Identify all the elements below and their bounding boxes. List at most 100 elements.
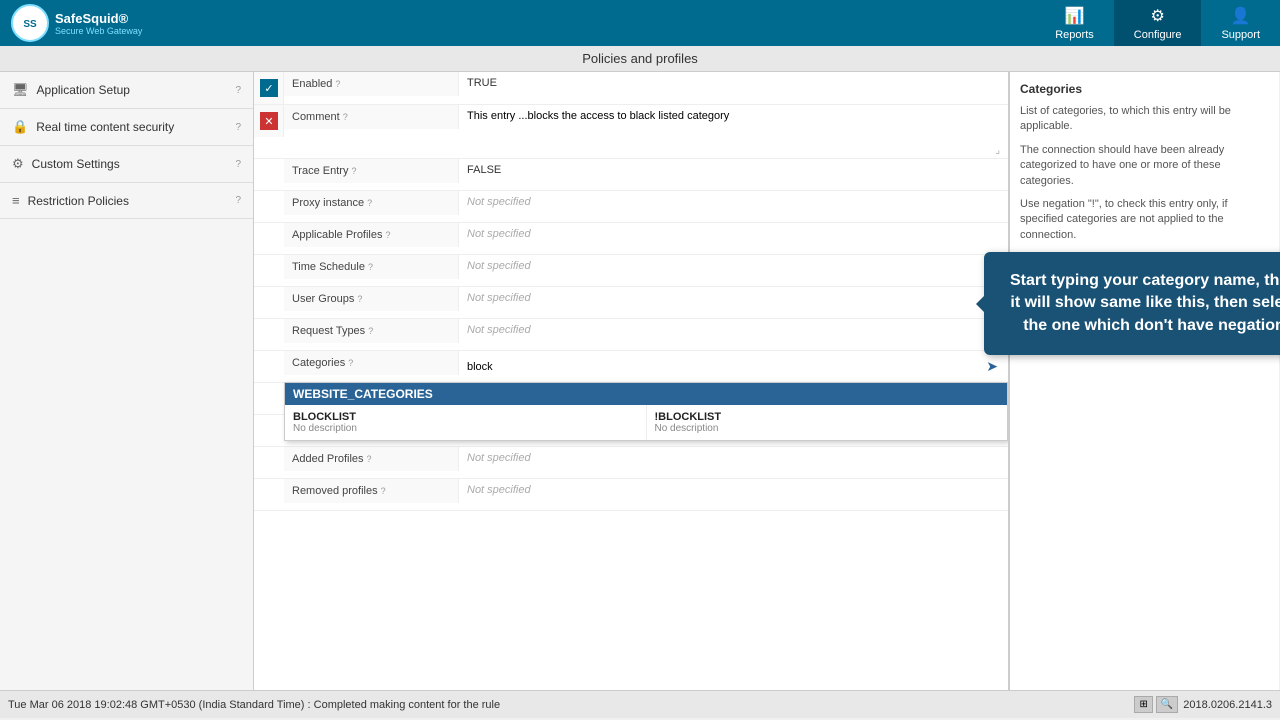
check-icon-box[interactable]: ✓ [254,72,284,104]
user-label: User Groups ? [284,287,459,311]
request-help-icon: ? [368,326,373,336]
option2-title: !BLOCKLIST [655,411,1000,423]
status-bar-text: Tue Mar 06 2018 19:02:48 GMT+0530 (India… [8,699,500,711]
categories-panel: Categories List of categories, to which … [1009,72,1279,690]
user-groups-row: User Groups ? Not specified [254,287,1008,319]
enabled-help-icon: ? [335,79,340,89]
realtime-icon: 🔒 [12,119,28,135]
x-icon-box[interactable]: ✕ [254,105,284,137]
enabled-label: Enabled ? [284,72,459,96]
configure-label: Configure [1134,29,1182,41]
x-icon: ✕ [260,112,278,130]
logo-area: SS SafeSquid® Secure Web Gateway [10,3,142,43]
reports-label: Reports [1055,29,1094,41]
configure-button[interactable]: ⚙ Configure [1114,0,1202,46]
send-icon[interactable]: ➤ [984,356,1000,377]
applicable-profiles-row: Applicable Profiles ? Not specified [254,223,1008,255]
comment-textarea[interactable]: This entry ...blocks the access to black… [467,110,1000,150]
time-label: Time Schedule ? [284,255,459,279]
request-value[interactable]: Not specified [459,319,1008,341]
sidebar-label-application-setup: Application Setup [37,83,130,97]
sidebar-label-realtime: Real time content security [36,120,174,134]
categories-panel-title: Categories [1020,82,1269,96]
dropdown-highlighted-item[interactable]: WEBSITE_CATEGORIES [285,383,1007,405]
check-icon: ✓ [260,79,278,97]
time-help-icon: ? [368,262,373,272]
sidebar-item-application-setup[interactable]: 🖥 Application Setup ? [0,72,253,109]
comment-left: ✕ [254,105,284,137]
brand-sub: Secure Web Gateway [55,26,142,36]
request-not-specified: Not specified [467,324,531,336]
dropdown-option-2[interactable]: !BLOCKLIST No description [647,405,1008,440]
applicable-help-icon: ? [386,230,391,240]
dropdown-options: BLOCKLIST No description !BLOCKLIST No d… [285,405,1007,440]
option2-desc: No description [655,423,1000,434]
categories-value[interactable]: ➤ WEBSITE_CATEGORIES BLOCKLIST No descri… [459,351,1008,382]
support-button[interactable]: 👤 Support [1201,0,1280,46]
custom-settings-icon: ⚙ [12,156,24,172]
configure-icon: ⚙ [1150,6,1164,26]
status-icon-btn-1[interactable]: ⊞ [1134,696,1152,713]
form-panel: ✓ Enabled ? TRUE ✕ Co [254,72,1009,690]
enabled-value: TRUE [459,72,1008,94]
custom-settings-help: ? [235,159,241,170]
proxy-help-icon: ? [367,198,372,208]
applicable-not-specified: Not specified [467,228,531,240]
trace-label: Trace Entry ? [284,159,459,183]
applicable-value[interactable]: Not specified [459,223,1008,245]
comment-value[interactable]: This entry ...blocks the access to black… [459,105,1008,158]
enabled-row: ✓ Enabled ? TRUE [254,72,1008,105]
proxy-label: Proxy instance ? [284,191,459,215]
option1-desc: No description [293,423,638,434]
categories-para-3: Use negation "!", to check this entry on… [1020,197,1269,243]
time-schedule-row: Time Schedule ? Not specified [254,255,1008,287]
version-text: 2018.0206.2141.3 [1183,699,1272,711]
trace-entry-row: Trace Entry ? FALSE [254,159,1008,191]
application-setup-help: ? [235,85,241,96]
categories-dropdown: WEBSITE_CATEGORIES BLOCKLIST No descript… [284,382,1008,441]
dropdown-option-1[interactable]: BLOCKLIST No description [285,405,647,440]
removed-profiles-value[interactable]: Not specified [459,479,1008,501]
removed-profiles-not-specified: Not specified [467,484,531,496]
main-layout: 🖥 Application Setup ? 🔒 Real time conten… [0,72,1280,690]
reports-icon: 📊 [1065,6,1085,26]
user-value[interactable]: Not specified [459,287,1008,309]
added-profiles-label: Added Profiles ? [284,447,459,471]
categories-help-icon: ? [348,358,353,368]
realtime-help: ? [235,122,241,133]
added-profiles-row: Added Profiles ? Not specified [254,447,1008,479]
sidebar-item-restriction-policies[interactable]: ≡ Restriction Policies ? [0,183,253,219]
application-setup-icon: 🖥 [12,82,29,98]
user-not-specified: Not specified [467,292,531,304]
category-input-row: ➤ [467,356,1000,377]
added-profiles-value[interactable]: Not specified [459,447,1008,469]
reports-button[interactable]: 📊 Reports [1035,0,1114,46]
status-bar: Tue Mar 06 2018 19:02:48 GMT+0530 (India… [0,690,1280,718]
left-icons: ✓ [254,72,284,104]
sidebar: 🖥 Application Setup ? 🔒 Real time conten… [0,72,254,690]
proxy-value[interactable]: Not specified [459,191,1008,213]
tooltip-balloon: Start typing your category name, then it… [984,252,1280,355]
option1-title: BLOCKLIST [293,411,638,423]
time-not-specified: Not specified [467,260,531,272]
logo-icon: SS [10,3,50,43]
request-label: Request Types ? [284,319,459,343]
nav-buttons: 📊 Reports ⚙ Configure 👤 Support [1035,0,1280,46]
removed-profiles-row: Removed profiles ? Not specified [254,479,1008,511]
comment-row: ✕ Comment ? This entry ...blocks the acc… [254,105,1008,159]
user-help-icon: ? [357,294,362,304]
categories-para-2: The connection should have been already … [1020,143,1269,189]
content-area: ✓ Enabled ? TRUE ✕ Co [254,72,1280,690]
categories-input[interactable] [467,361,984,373]
resize-handle: ⌟ [995,145,1000,156]
sidebar-item-realtime-content[interactable]: 🔒 Real time content security ? [0,109,253,146]
added-profiles-not-specified: Not specified [467,452,531,464]
time-value[interactable]: Not specified [459,255,1008,277]
proxy-not-specified: Not specified [467,196,531,208]
page-title: Policies and profiles [0,46,1280,72]
sidebar-item-custom-settings[interactable]: ⚙ Custom Settings ? [0,146,253,183]
status-icon-btn-2[interactable]: 🔍 [1156,696,1178,713]
added-profiles-help: ? [367,454,372,464]
categories-para-1: List of categories, to which this entry … [1020,104,1269,135]
restriction-icon: ≡ [12,193,20,208]
